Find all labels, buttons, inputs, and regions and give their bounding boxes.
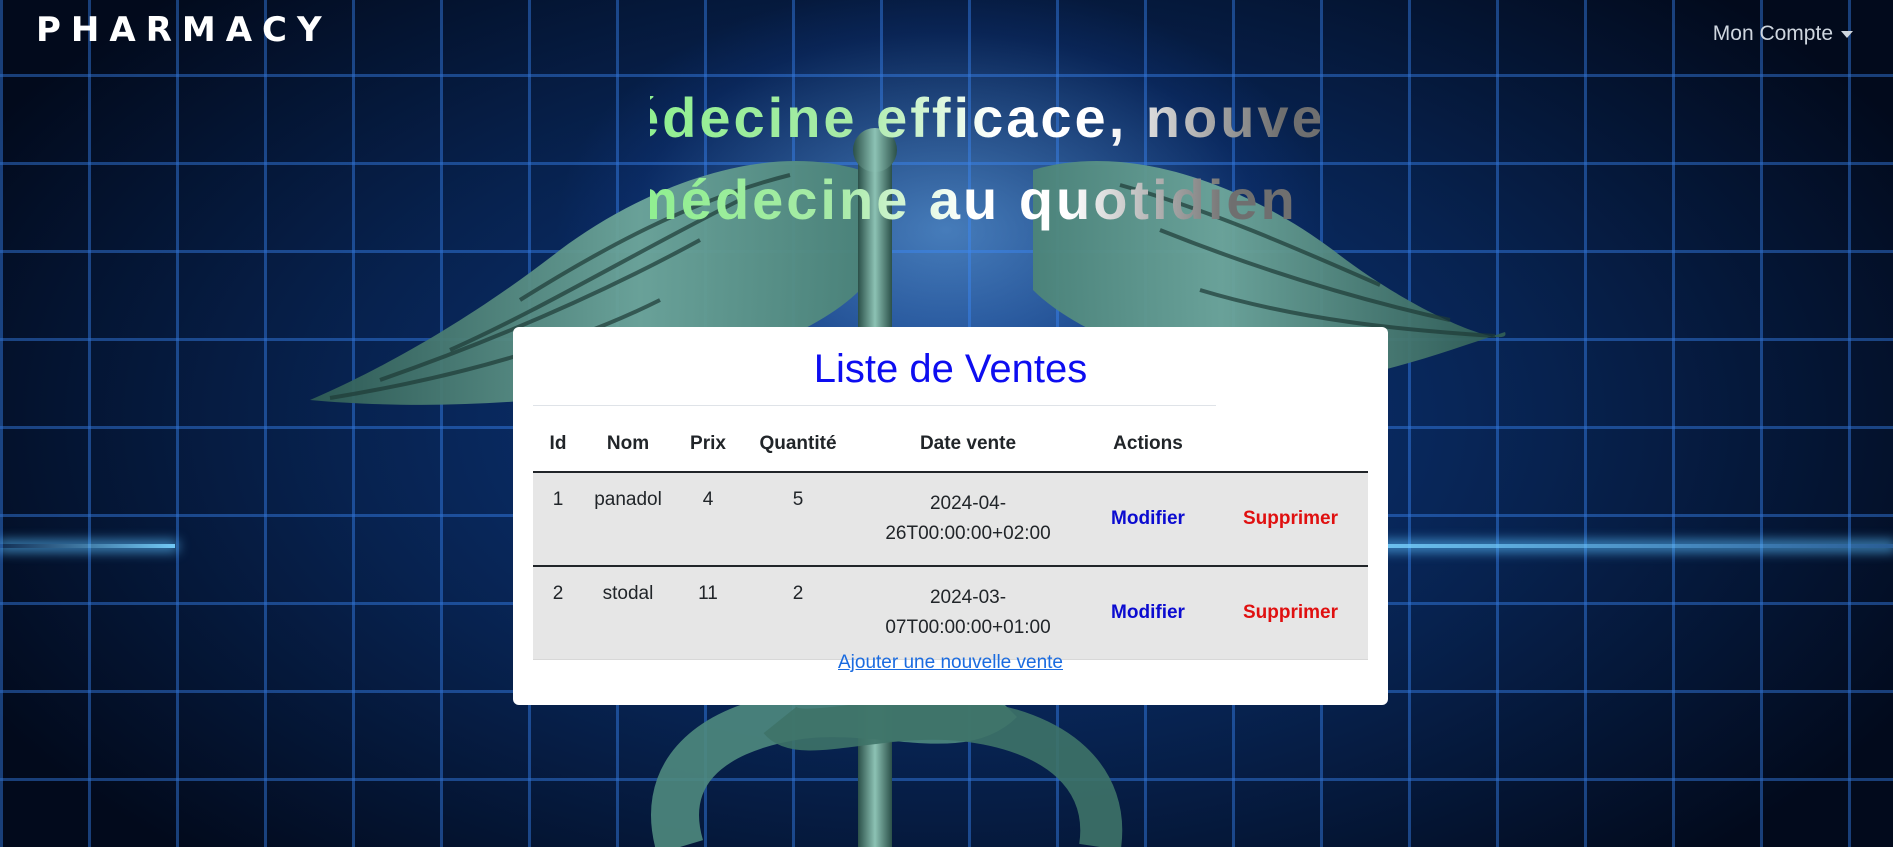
sales-table: Id Nom Prix Quantité Date vente Actions … [533, 416, 1368, 660]
date-part-1: 2024-04- [929, 493, 1007, 514]
cell-id: 1 [533, 472, 583, 567]
column-header-id: Id [533, 416, 583, 473]
date-part-1: 2024-03- [929, 587, 1007, 608]
banner-line-2: médecine au quotidien ! [650, 167, 1320, 232]
cell-id: 2 [533, 566, 583, 660]
banner-line-1: édecine efficace, nouvelle [650, 85, 1320, 150]
account-dropdown[interactable]: Mon Compte [1713, 22, 1853, 46]
cell-quantite: 2 [743, 566, 853, 660]
date-part-2: 26T00:00:00+02:00 [885, 523, 1051, 544]
cell-prix: 4 [673, 472, 743, 567]
add-sale-link[interactable]: Ajouter une nouvelle vente [513, 652, 1388, 674]
table-header-row: Id Nom Prix Quantité Date vente Actions [533, 416, 1368, 473]
date-part-2: 07T00:00:00+01:00 [885, 617, 1051, 638]
column-header-prix: Prix [673, 416, 743, 473]
table-row: 2 stodal 11 2 2024-03- 07T00:00:00+01:00 … [533, 566, 1368, 660]
modify-button[interactable]: Modifier [1111, 602, 1185, 623]
brand-logo[interactable]: PHARMACY [36, 10, 332, 50]
banner-marquee: édecine efficace, nouvelle médecine au q… [650, 85, 1320, 245]
page-title: Liste de Ventes [813, 347, 1088, 391]
navbar: PHARMACY Mon Compte [0, 0, 1893, 72]
column-header-actions: Actions [1083, 416, 1213, 473]
column-header-quantite: Quantité [743, 416, 853, 473]
cell-delete: Supprimer [1213, 566, 1368, 660]
account-label: Mon Compte [1712, 22, 1833, 45]
column-header-date: Date vente [853, 416, 1083, 473]
delete-button[interactable]: Supprimer [1243, 508, 1338, 529]
cell-modify: Modifier [1083, 472, 1213, 567]
modify-button[interactable]: Modifier [1111, 508, 1185, 529]
column-header-nom: Nom [583, 416, 673, 473]
cell-date: 2024-04- 26T00:00:00+02:00 [853, 472, 1083, 567]
cell-nom: panadol [583, 472, 673, 567]
cell-delete: Supprimer [1213, 472, 1368, 567]
delete-button[interactable]: Supprimer [1243, 602, 1338, 623]
caret-down-icon [1841, 30, 1853, 38]
sales-card: Liste de Ventes Id Nom Prix Quantité Dat… [513, 327, 1388, 705]
table-row: 1 panadol 4 5 2024-04- 26T00:00:00+02:00 … [533, 472, 1368, 567]
cell-nom: stodal [583, 566, 673, 660]
cell-date: 2024-03- 07T00:00:00+01:00 [853, 566, 1083, 660]
cell-modify: Modifier [1083, 566, 1213, 660]
cell-quantite: 5 [743, 472, 853, 567]
title-divider [533, 405, 1216, 406]
cell-prix: 11 [673, 566, 743, 660]
column-header-empty [1213, 416, 1368, 473]
